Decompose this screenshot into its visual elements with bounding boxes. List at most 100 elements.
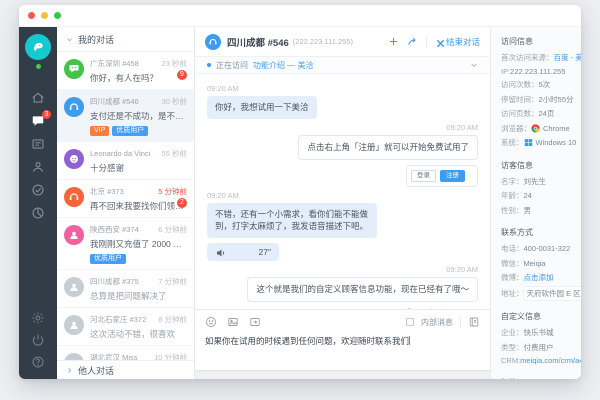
- window-close-button[interactable]: [28, 12, 35, 19]
- tasks-icon[interactable]: [31, 183, 45, 197]
- chevron-down-icon: [66, 36, 73, 43]
- chat-visitor-ip: (222.223.111.255): [292, 37, 353, 46]
- transfer-arrow-icon[interactable]: [407, 36, 418, 47]
- visitor-avatar-person-icon: [64, 315, 84, 335]
- online-status-dot: [35, 64, 41, 69]
- conversation-item[interactable]: Leonardo da Vinci 55 秒前 十分感谢: [57, 142, 194, 180]
- app-sidebar: 3: [19, 27, 57, 379]
- vip-tag: VIP: [90, 126, 110, 136]
- visitor-avatar-person-icon: [64, 277, 84, 297]
- conversation-list: 我的对话 广东深圳 #458 23 秒前 你好，有人在吗？ 9 四川成都 #54…: [57, 27, 195, 379]
- others-conversations-header[interactable]: 他人对话: [57, 360, 194, 379]
- visitor-info-panel: 访问信息 首次访问来源：百度 - 美洽 IP: 222.223.111.255 …: [490, 27, 581, 379]
- conversation-item-selected[interactable]: 四川成都 #546 30 秒前 支付还是不成功，是不是哪里出问 ... VIP 优…: [57, 90, 194, 142]
- file-transfer-icon[interactable]: [249, 316, 261, 328]
- window-minimize-button[interactable]: [41, 12, 48, 19]
- visitor-message: 你好，我想试用一下美洽: [207, 96, 317, 119]
- chat-pane: 四川成都 #546 (222.223.111.255) 结束对话 正在访问 功能…: [195, 27, 490, 379]
- tickets-icon[interactable]: [31, 137, 45, 151]
- conversation-item[interactable]: 四川成都 #375 7 分钟前 总算是把问题解决了: [57, 270, 194, 308]
- end-conversation-button[interactable]: 结束对话: [435, 36, 480, 48]
- conversation-title: 北京 #373: [90, 187, 124, 196]
- unread-badge: 2: [177, 198, 187, 208]
- section-title: 标签: [501, 377, 581, 380]
- settings-gear-icon[interactable]: [31, 311, 45, 325]
- analytics-icon[interactable]: [31, 206, 45, 220]
- help-icon[interactable]: [31, 355, 45, 369]
- voice-message[interactable]: 27″: [207, 243, 279, 261]
- speaker-icon: [215, 247, 225, 257]
- add-weibo-link[interactable]: 点击添加: [524, 272, 554, 283]
- section-title: 访客信息: [501, 160, 533, 170]
- conversation-title: 河北石家庄 #372: [90, 315, 147, 324]
- referrer-link[interactable]: 百度 - 美洽: [554, 52, 582, 63]
- unread-badge: 9: [177, 70, 187, 80]
- visiting-label: 正在访问: [216, 60, 248, 70]
- conversations-badge: 3: [42, 110, 51, 119]
- chat-header: 四川成都 #546 (222.223.111.255) 结束对话: [195, 27, 490, 57]
- login-button-preview: 登录: [411, 169, 436, 182]
- visiting-page-link[interactable]: 功能介绍 — 美洽: [253, 60, 313, 71]
- header-divider: [425, 36, 427, 47]
- conversation-time: 30 秒前: [161, 97, 187, 106]
- custom-company: 快乐书城: [523, 328, 554, 337]
- visitor-message: 不错，还有一个小需求，看你们能不能做到，打字太麻烦了，我发语音描述下吧。: [207, 202, 377, 238]
- visitor-ip: 222.223.111.255: [510, 66, 566, 76]
- timestamp: 09:20 AM: [207, 84, 239, 93]
- agent-message: 这个就是我们的自定义顾客信息功能，现在已经有了哦～: [247, 277, 478, 302]
- custom-user-type: 付费用户: [523, 342, 554, 352]
- conversation-preview: 这次活动不错，很喜欢: [90, 329, 176, 339]
- others-conversations-label: 他人对话: [78, 365, 115, 376]
- contacts-icon[interactable]: [31, 160, 45, 174]
- composer: 内部消息 如果你在试用的时候遇到任何问题，欢迎随时联系我们: [195, 309, 490, 370]
- invite-plus-icon[interactable]: [388, 36, 399, 47]
- conversation-title: 四川成都 #546: [90, 97, 139, 106]
- conversation-items: 广东深圳 #458 23 秒前 你好，有人在吗？ 9 四川成都 #546 30 秒前…: [57, 52, 194, 360]
- windows-icon: [524, 138, 533, 147]
- emoji-icon[interactable]: [205, 316, 217, 328]
- crm-link[interactable]: meiqia.com/crm/a4ddb0: [520, 356, 581, 365]
- message-list[interactable]: 09:20 AM 你好，我想试用一下美洽 09:20 AM 点击右上角「注册」就…: [195, 74, 490, 309]
- conversation-item[interactable]: 广东深圳 #458 23 秒前 你好，有人在吗？ 9: [57, 52, 194, 90]
- window-zoom-button[interactable]: [54, 12, 61, 19]
- banner-collapse-icon[interactable]: [470, 61, 478, 69]
- internal-message-checkbox[interactable]: [406, 318, 414, 326]
- conversation-preview: 支付还是不成功，是不是哪里出问 ...: [90, 111, 187, 121]
- timestamp: 09:20 AM: [446, 122, 478, 132]
- conversation-time: 7 分钟前: [158, 277, 187, 286]
- section-title: 自定义信息: [501, 312, 541, 321]
- conversation-time: 23 秒前: [161, 59, 187, 68]
- conversation-title: 陕西西安 #374: [90, 225, 139, 234]
- visitor-avatar-person-icon: [64, 353, 84, 360]
- conversation-item[interactable]: 北京 #373 5 分钟前 再不回来我要找你们领导了！！ 2: [57, 180, 194, 218]
- pages-viewed: 24页: [538, 109, 555, 118]
- message-input[interactable]: 如果你在试用的时候遇到任何问题，欢迎随时联系我们: [205, 336, 480, 362]
- conversation-item[interactable]: 陕西西安 #374 6 分钟前 我刚刚又充值了 2000 元，送我一 ... 优质…: [57, 218, 194, 270]
- browser-name: Chrome: [543, 123, 570, 133]
- visitor-avatar-headset-icon: [64, 187, 84, 207]
- visitor-address-field[interactable]: 天府软件园 E 区 1220: [523, 286, 581, 300]
- image-icon[interactable]: [227, 316, 239, 328]
- toolbar-divider: [460, 317, 461, 327]
- conversation-preview: 十分感谢: [90, 163, 125, 173]
- my-conversations-header[interactable]: 我的对话: [57, 27, 194, 52]
- conversation-item[interactable]: 河北石家庄 #372 8 分钟前 这次活动不错，很喜欢: [57, 308, 194, 346]
- conversation-preview: 我刚刚又充值了 2000 元，送我一 ...: [90, 239, 187, 249]
- home-icon[interactable]: [31, 91, 45, 105]
- conversation-time: 55 秒前: [161, 149, 187, 158]
- visitor-age: 24: [523, 191, 532, 200]
- visiting-banner: 正在访问 功能介绍 — 美洽: [195, 57, 490, 74]
- conversations-icon[interactable]: 3: [31, 110, 51, 128]
- agent-avatar[interactable]: [25, 34, 51, 60]
- timestamp: 09:20 AM: [207, 190, 239, 200]
- close-x-icon: [435, 38, 445, 47]
- conversation-preview: 再不回来我要找你们领导了！！: [90, 201, 187, 211]
- quick-reply-book-icon[interactable]: [468, 316, 480, 328]
- live-dot: [207, 63, 211, 67]
- voice-duration: 27″: [258, 247, 271, 257]
- conversation-item[interactable]: 湖北武汉 Miss10 分钟前 谢谢: [57, 346, 194, 360]
- chevron-right-icon: [66, 367, 73, 374]
- screenshot-attachment[interactable]: 登录 注册: [406, 164, 478, 187]
- visitor-wechat: Meiqia: [523, 258, 546, 268]
- logout-power-icon[interactable]: [31, 333, 45, 347]
